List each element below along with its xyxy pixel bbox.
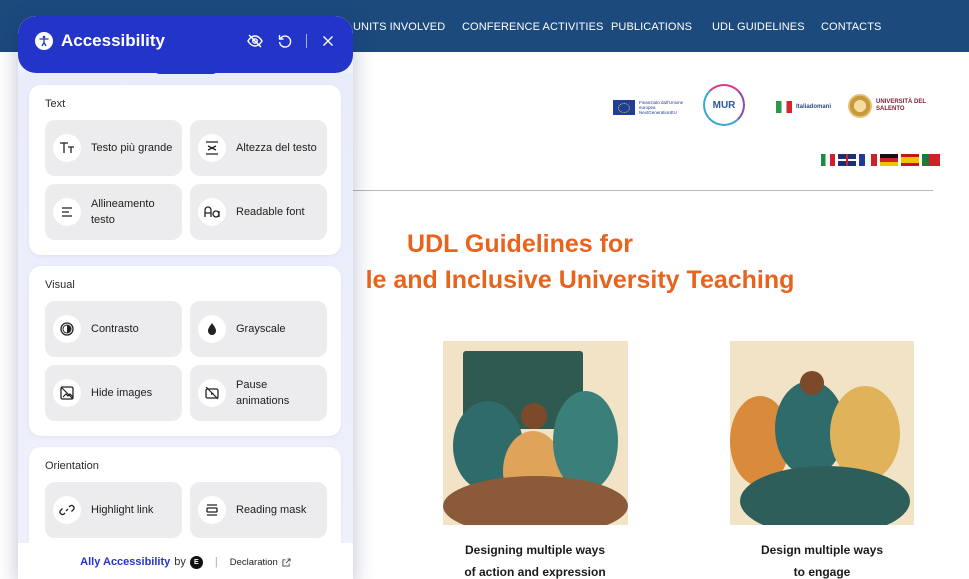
section-label-text: Text [45,98,66,110]
panel-footer: Ally Accessibility by E | Declaration [18,543,353,579]
tile-label: Reading mask [236,504,307,516]
unisalento-text: UNIVERSITÀ DEL SALENTO [876,99,926,112]
action-expression-illustration [443,341,628,525]
declaration-link[interactable]: Declaration [230,557,291,568]
contrast-button[interactable]: Contrasto [45,301,182,357]
grayscale-button[interactable]: Grayscale [190,301,327,357]
eu-funding-logo: Finanziato dall'Unione europea NextGener… [613,100,684,115]
tile-label: Hide images [91,387,153,399]
panel-title-group: Accessibility [35,31,165,51]
panel-body: Text Testo più grande Altezza del testo … [18,73,353,557]
italian-flag-icon[interactable] [821,154,835,166]
align-icon [53,198,81,226]
hide-widget-button[interactable] [246,32,264,50]
hide-image-icon [53,379,81,407]
accessibility-panel: Text Testo più grande Altezza del testo … [18,16,353,579]
eye-off-icon [247,34,263,48]
section-visual: Visual Contrasto Grayscale Hide images P… [29,266,341,436]
eu-logo-text: Finanziato dall'Unione europea NextGener… [639,100,684,115]
card-caption-engage: Design multiple ways to engage [702,539,942,579]
university-seal-icon [848,94,872,118]
by-text: by [174,556,186,568]
tile-label: Altezza del testo [236,142,317,154]
tile-label: Pause animations [236,379,290,407]
caption-line: of action and expression [464,565,606,579]
external-link-icon [282,557,291,567]
italiadomani-mark-icon [776,101,792,113]
card-caption-action-expression: Designing multiple ways of action and ex… [415,539,655,579]
nav-udl-guidelines[interactable]: UDL GUIDELINES [712,21,805,33]
ally-brand-link[interactable]: Ally Accessibility [80,556,170,568]
tile-label: Highlight link [91,504,154,516]
pause-animation-icon [198,379,226,407]
nav-publications[interactable]: PUBLICATIONS [611,21,692,33]
tile-label: Readable font [236,206,305,218]
close-icon [323,36,333,46]
english-flag-icon[interactable] [838,154,856,166]
bigger-text-button[interactable]: Testo più grande [45,120,182,176]
page-title-line-1: UDL Guidelines for [407,230,633,258]
caption-line: Design multiple ways [760,543,884,557]
pause-animations-button[interactable]: Pause animations [190,365,327,421]
mur-logo: MUR [703,84,745,126]
french-flag-icon[interactable] [859,154,877,166]
grayscale-icon [198,315,226,343]
tile-label: Testo più grande [91,142,173,154]
german-flag-icon[interactable] [880,154,898,166]
tile-label: Grayscale [236,323,286,335]
panel-title: Accessibility [61,31,165,50]
header-tab-notch [152,66,220,74]
mur-logo-text: MUR [703,84,745,126]
caption-line: to engage [793,565,851,579]
readable-font-button[interactable]: Readable font [190,184,327,240]
panel-controls [246,32,337,50]
font-icon [198,198,226,226]
accessibility-icon [35,32,53,50]
highlight-link-button[interactable]: Highlight link [45,482,182,538]
declaration-label: Declaration [229,556,278,568]
link-icon [53,496,81,524]
close-panel-button[interactable] [319,32,337,50]
line-height-icon [198,134,226,162]
header-divider [340,190,933,191]
text-align-button[interactable]: Allineamento testo [45,184,182,240]
section-label-visual: Visual [45,279,75,291]
portuguese-flag-icon[interactable] [922,154,940,166]
section-orientation: Orientation Highlight link Reading mask [29,447,341,557]
tile-label: Allineamento testo [91,198,155,226]
italiadomani-text: Italiadomani [796,104,832,110]
reset-icon [278,35,292,48]
reset-button[interactable] [276,32,294,50]
elementor-logo-icon: E [189,555,203,569]
nav-units-involved[interactable]: UNITS INVOLVED [353,21,445,33]
tile-label: Contrasto [91,323,139,335]
section-text: Text Testo più grande Altezza del testo … [29,85,341,255]
eu-flag-icon [613,100,635,115]
header-separator [306,34,307,48]
reading-mask-button[interactable]: Reading mask [190,482,327,538]
italiadomani-logo: Italiadomani [776,101,831,113]
language-switcher [821,154,940,166]
line-height-button[interactable]: Altezza del testo [190,120,327,176]
panel-header: Accessibility [18,16,353,73]
reading-mask-icon [198,496,226,524]
nav-contacts[interactable]: CONTACTS [821,21,881,33]
section-label-orientation: Orientation [45,460,99,472]
engagement-illustration [730,341,914,525]
caption-line: Designing multiple ways [464,543,606,557]
unisalento-logo: UNIVERSITÀ DEL SALENTO [848,94,926,118]
footer-separator: | [214,556,218,568]
text-size-icon [53,134,81,162]
hide-images-button[interactable]: Hide images [45,365,182,421]
contrast-icon [53,315,81,343]
nav-conference-activities[interactable]: CONFERENCE ACTIVITIES [462,21,603,33]
spanish-flag-icon[interactable] [901,154,919,166]
